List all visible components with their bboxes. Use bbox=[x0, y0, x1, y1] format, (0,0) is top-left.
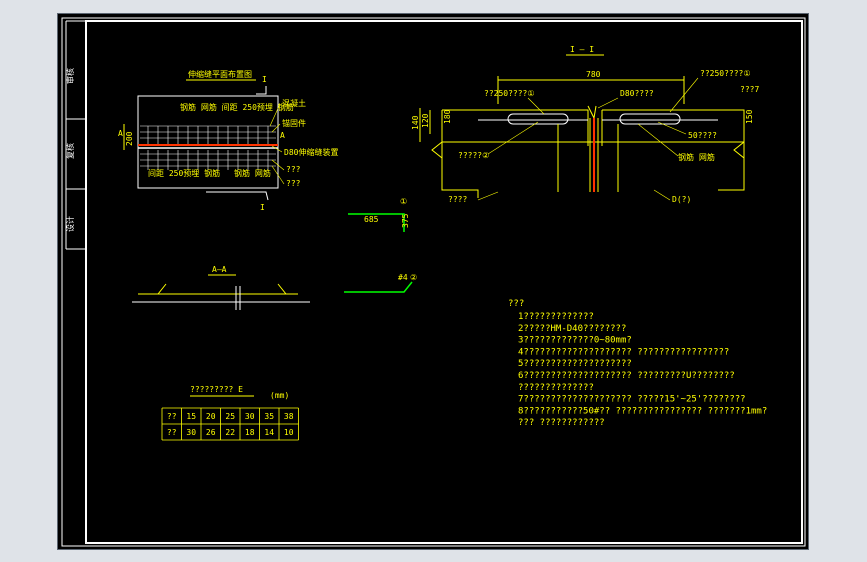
table-cell: 20 bbox=[206, 412, 216, 421]
detail-1-dim-h: 685 bbox=[364, 215, 379, 224]
table-cell: 30 bbox=[245, 412, 255, 421]
section-label-right-bottom: D(?) bbox=[672, 195, 691, 204]
section-title: I — I bbox=[570, 45, 594, 54]
aa-view: A—A bbox=[132, 265, 310, 310]
section-label-device: D80???? bbox=[620, 89, 654, 98]
section-mark-a: A bbox=[118, 129, 123, 138]
table-cell: 15 bbox=[186, 412, 196, 421]
plan-bottom-label: I bbox=[260, 203, 265, 212]
plan-dim-left: 200 bbox=[125, 131, 134, 146]
detail-2-label: #4 bbox=[398, 273, 408, 282]
note-line: 1????????????? bbox=[518, 312, 594, 322]
section-dim-left1: 140 bbox=[411, 115, 420, 130]
lower-hatch bbox=[140, 150, 276, 170]
plan-label-q2: ??? bbox=[286, 179, 301, 188]
table-cell: 22 bbox=[225, 428, 235, 437]
detail-2-bar bbox=[344, 281, 413, 293]
detail-1-dim-v: 375 bbox=[401, 213, 410, 228]
plan-label-device: D80伸缩缝装置 bbox=[284, 147, 338, 157]
table-cell: 18 bbox=[245, 428, 255, 437]
section-arrow bbox=[256, 86, 267, 95]
aa-right-hook bbox=[277, 283, 298, 295]
bottom-cut bbox=[206, 191, 269, 201]
rebar-loop-right bbox=[619, 113, 681, 125]
table-cell: 35 bbox=[264, 412, 274, 421]
section-label-right-rebar: ??250????① bbox=[700, 69, 751, 78]
plan-top-label: I bbox=[262, 75, 267, 84]
section-dim-right: 150 bbox=[745, 109, 754, 124]
outer-frame bbox=[61, 17, 806, 547]
note-line: ??? ???????????? bbox=[518, 418, 605, 428]
device-top bbox=[587, 105, 597, 120]
plan-label-lower-rebar: 间距 250预埋 钢筋 bbox=[148, 168, 220, 178]
slab-right bbox=[602, 109, 745, 191]
plan-label-q1: ??? bbox=[286, 165, 301, 174]
table-cell: ?? bbox=[167, 412, 177, 421]
note-line: 5???????????????????? bbox=[518, 359, 632, 369]
section-dim-left2: 120 bbox=[421, 113, 430, 128]
width-table: ????????? E (mm) ?? 15 20 25 30 35 38?? 30 26 22 1… bbox=[161, 385, 299, 441]
plan-label-lower-right: 钢筋 网筋 bbox=[234, 168, 271, 178]
note-line: 7???????????????????? ?????15'~25'??????… bbox=[518, 395, 746, 405]
table-cell: ?? bbox=[167, 428, 177, 437]
plan-label-concrete: 混凝土 bbox=[282, 98, 306, 108]
plan-view: 伸缩缝平面布置图 I 钢筋 网筋 间距 250预埋 钢筋 混凝土 锚固件 D80… bbox=[118, 69, 338, 212]
section-dim-left3: 180 bbox=[443, 109, 452, 124]
drawing-canvas[interactable]: 审核 复核 设计 伸缩缝平面布置图 I 钢筋 网筋 间距 250预埋 钢筋 混凝… bbox=[57, 13, 809, 550]
inner-frame bbox=[85, 20, 803, 544]
section-mark-a-right: A bbox=[280, 131, 285, 140]
section-view: I — I 780 140 120 180 150 ??250????① ??2… bbox=[411, 45, 759, 204]
section-label-right-top: ???7 bbox=[740, 85, 759, 94]
aa-title: A—A bbox=[212, 265, 227, 274]
break-right bbox=[733, 141, 745, 159]
note-line: 2?????HM-D40???????? bbox=[518, 324, 626, 334]
table-cells: ?? 15 20 25 30 35 38?? 30 26 22 18 14 10 bbox=[167, 412, 294, 437]
drawing-svg: 审核 复核 设计 伸缩缝平面布置图 I 钢筋 网筋 间距 250预埋 钢筋 混凝… bbox=[61, 17, 806, 547]
table-cell: 25 bbox=[225, 412, 235, 421]
table-cell: 14 bbox=[264, 428, 274, 437]
notes-heading: ??? bbox=[508, 299, 524, 309]
plan-label-anchor: 锚固件 bbox=[282, 118, 306, 128]
plan-view-title: 伸缩缝平面布置图 bbox=[188, 69, 252, 79]
notes: ??? 1????????????? 2?????HM-D40???????? 3?… bbox=[508, 299, 767, 428]
notes-lines: 1????????????? 2?????HM-D40???????? 3?????… bbox=[518, 312, 767, 428]
table-title: ????????? E bbox=[190, 385, 243, 394]
note-line: ?????????????? bbox=[518, 383, 594, 393]
section-label-left-mid: ?????② bbox=[458, 151, 489, 160]
table-cell: 38 bbox=[284, 412, 294, 421]
side-label-review: 审核 bbox=[65, 68, 75, 84]
side-label-design: 设计 bbox=[65, 216, 75, 232]
table-cell: 26 bbox=[206, 428, 216, 437]
detail-2-mark: ② bbox=[410, 273, 417, 282]
note-line: 6???????????????????? ?????????U???????? bbox=[518, 371, 735, 381]
section-label-right-mid: 钢筋 网筋 bbox=[678, 152, 715, 162]
side-label-check: 复核 bbox=[65, 143, 75, 159]
upper-hatch bbox=[140, 125, 276, 144]
table-cell: 10 bbox=[284, 428, 294, 437]
section-label-left-bottom: ???? bbox=[448, 195, 467, 204]
section-label-mid-right: 50???? bbox=[688, 131, 717, 140]
table-cell: 30 bbox=[186, 428, 196, 437]
cad-window: 审核 复核 设计 伸缩缝平面布置图 I 钢筋 网筋 间距 250预埋 钢筋 混凝… bbox=[0, 0, 867, 562]
detail-2: #4 ② bbox=[344, 273, 417, 293]
note-line: 3?????????????0~80mm? bbox=[518, 336, 632, 346]
detail-1: ① 685 375 bbox=[348, 197, 410, 232]
section-dim-top: 780 bbox=[586, 70, 601, 79]
break-left bbox=[431, 141, 443, 190]
table-unit: (mm) bbox=[270, 391, 289, 400]
note-line: 4???????????????????? ????????????????? bbox=[518, 347, 729, 357]
note-line: 8???????????50#?? ???????????????? ?????… bbox=[518, 406, 767, 416]
section-label-left-rebar: ??250????① bbox=[484, 89, 535, 98]
aa-left-hook bbox=[138, 283, 167, 295]
detail-1-mark: ① bbox=[400, 197, 407, 206]
plan-label-upper-rebar: 钢筋 网筋 间距 250预埋 钢筋 bbox=[180, 102, 294, 112]
rebar-loop-left bbox=[507, 113, 569, 125]
